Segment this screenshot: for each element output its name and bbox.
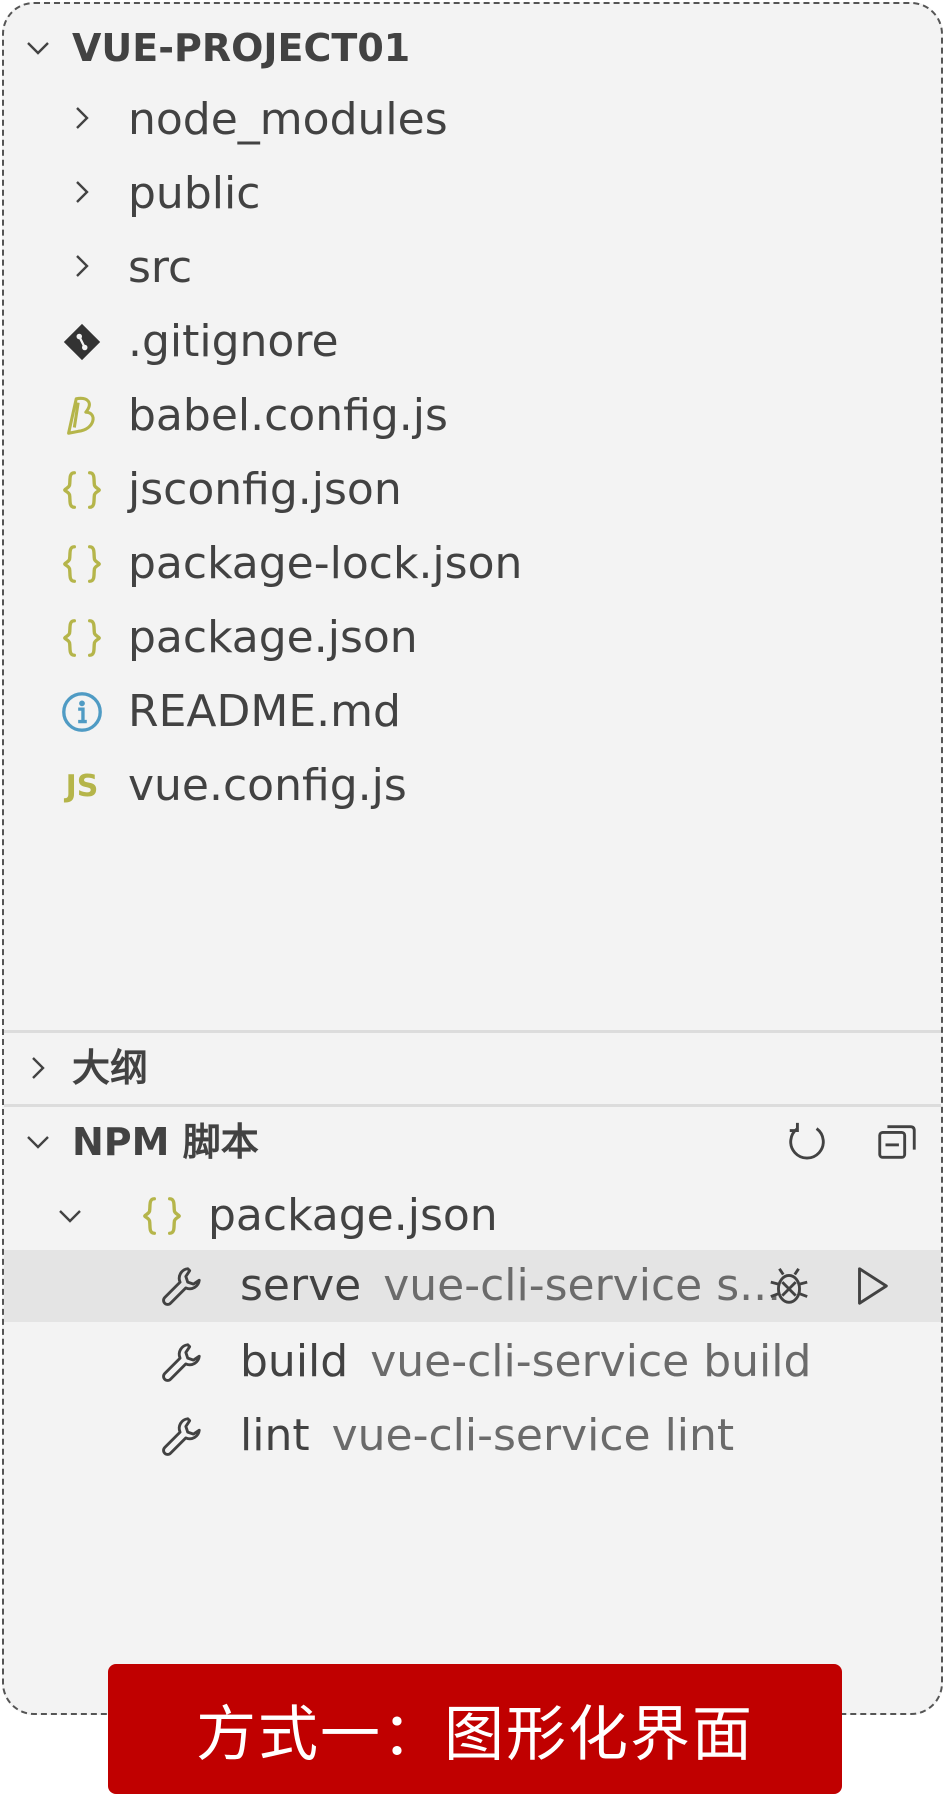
npm-package-label: package.json bbox=[208, 1190, 498, 1241]
explorer-panel: VUE-PROJECT01 node_modules public src .g… bbox=[2, 2, 943, 1715]
chevron-down-icon bbox=[26, 1130, 50, 1154]
tree-item-package-json[interactable]: package.json bbox=[4, 608, 941, 668]
npm-script-lint[interactable]: lint vue-cli-service lint bbox=[4, 1404, 941, 1468]
tree-item-label: .gitignore bbox=[128, 316, 339, 367]
npm-script-build[interactable]: build vue-cli-service build bbox=[4, 1330, 941, 1394]
refresh-icon[interactable] bbox=[782, 1117, 832, 1167]
npm-package-item[interactable]: package.json bbox=[4, 1186, 941, 1246]
chevron-right-icon bbox=[70, 106, 94, 130]
script-command: vue-cli-service build bbox=[370, 1336, 812, 1387]
tree-item-label: vue.config.js bbox=[128, 760, 407, 811]
caption-banner: 方式一：图形化界面 bbox=[108, 1664, 842, 1794]
script-name: lint bbox=[240, 1410, 310, 1461]
tree-item-label: package-lock.json bbox=[128, 538, 523, 589]
script-label: build vue-cli-service build bbox=[240, 1332, 811, 1392]
babel-icon bbox=[58, 392, 106, 440]
chevron-down-icon bbox=[26, 36, 50, 60]
script-label: serve vue-cli-service s... bbox=[240, 1256, 781, 1316]
project-title: VUE-PROJECT01 bbox=[72, 26, 411, 70]
json-icon bbox=[138, 1192, 186, 1240]
npm-script-serve[interactable]: serve vue-cli-service s... bbox=[4, 1250, 941, 1322]
tree-item-vue-config[interactable]: JS vue.config.js bbox=[4, 756, 941, 816]
tree-item-label: src bbox=[128, 242, 193, 293]
tree-item-gitignore[interactable]: .gitignore bbox=[4, 312, 941, 372]
tree-item-node-modules[interactable]: node_modules bbox=[4, 90, 941, 150]
tree-item-jsconfig[interactable]: jsconfig.json bbox=[4, 460, 941, 520]
tree-item-label: README.md bbox=[128, 686, 401, 737]
json-icon bbox=[58, 466, 106, 514]
json-icon bbox=[58, 614, 106, 662]
tree-item-src[interactable]: src bbox=[4, 238, 941, 298]
section-divider bbox=[4, 1104, 941, 1107]
run-script-icon[interactable] bbox=[846, 1261, 896, 1311]
outline-title: 大纲 bbox=[72, 1046, 149, 1090]
explorer-section-header[interactable]: VUE-PROJECT01 bbox=[4, 18, 941, 78]
tree-item-babel-config[interactable]: babel.config.js bbox=[4, 386, 941, 446]
tree-item-label: node_modules bbox=[128, 94, 448, 145]
script-command: vue-cli-service lint bbox=[331, 1410, 735, 1461]
tree-item-package-lock[interactable]: package-lock.json bbox=[4, 534, 941, 594]
script-name: build bbox=[240, 1336, 349, 1387]
wrench-icon bbox=[158, 1412, 206, 1460]
script-command: vue-cli-service s... bbox=[383, 1260, 782, 1311]
section-divider bbox=[4, 1030, 941, 1033]
npm-scripts-title: NPM 脚本 bbox=[72, 1120, 259, 1164]
tree-item-public[interactable]: public bbox=[4, 164, 941, 224]
wrench-icon bbox=[158, 1262, 206, 1310]
tree-item-label: jsconfig.json bbox=[128, 464, 402, 515]
chevron-down-icon bbox=[58, 1204, 82, 1228]
collapse-all-icon[interactable] bbox=[872, 1117, 922, 1167]
script-name: serve bbox=[240, 1260, 362, 1311]
script-label: lint vue-cli-service lint bbox=[240, 1406, 734, 1466]
json-icon bbox=[58, 540, 106, 588]
js-icon: JS bbox=[65, 768, 99, 804]
info-icon bbox=[58, 688, 106, 736]
tree-item-label: babel.config.js bbox=[128, 390, 448, 441]
tree-item-label: public bbox=[128, 168, 261, 219]
chevron-right-icon bbox=[70, 180, 94, 204]
chevron-right-icon bbox=[70, 254, 94, 278]
wrench-icon bbox=[158, 1338, 206, 1386]
npm-scripts-section-header[interactable]: NPM 脚本 bbox=[4, 1112, 941, 1172]
chevron-right-icon bbox=[26, 1056, 50, 1080]
git-icon bbox=[58, 318, 106, 366]
outline-section-header[interactable]: 大纲 bbox=[4, 1038, 941, 1098]
tree-item-readme[interactable]: README.md bbox=[4, 682, 941, 742]
tree-item-label: package.json bbox=[128, 612, 418, 663]
debug-script-icon[interactable] bbox=[764, 1261, 814, 1311]
